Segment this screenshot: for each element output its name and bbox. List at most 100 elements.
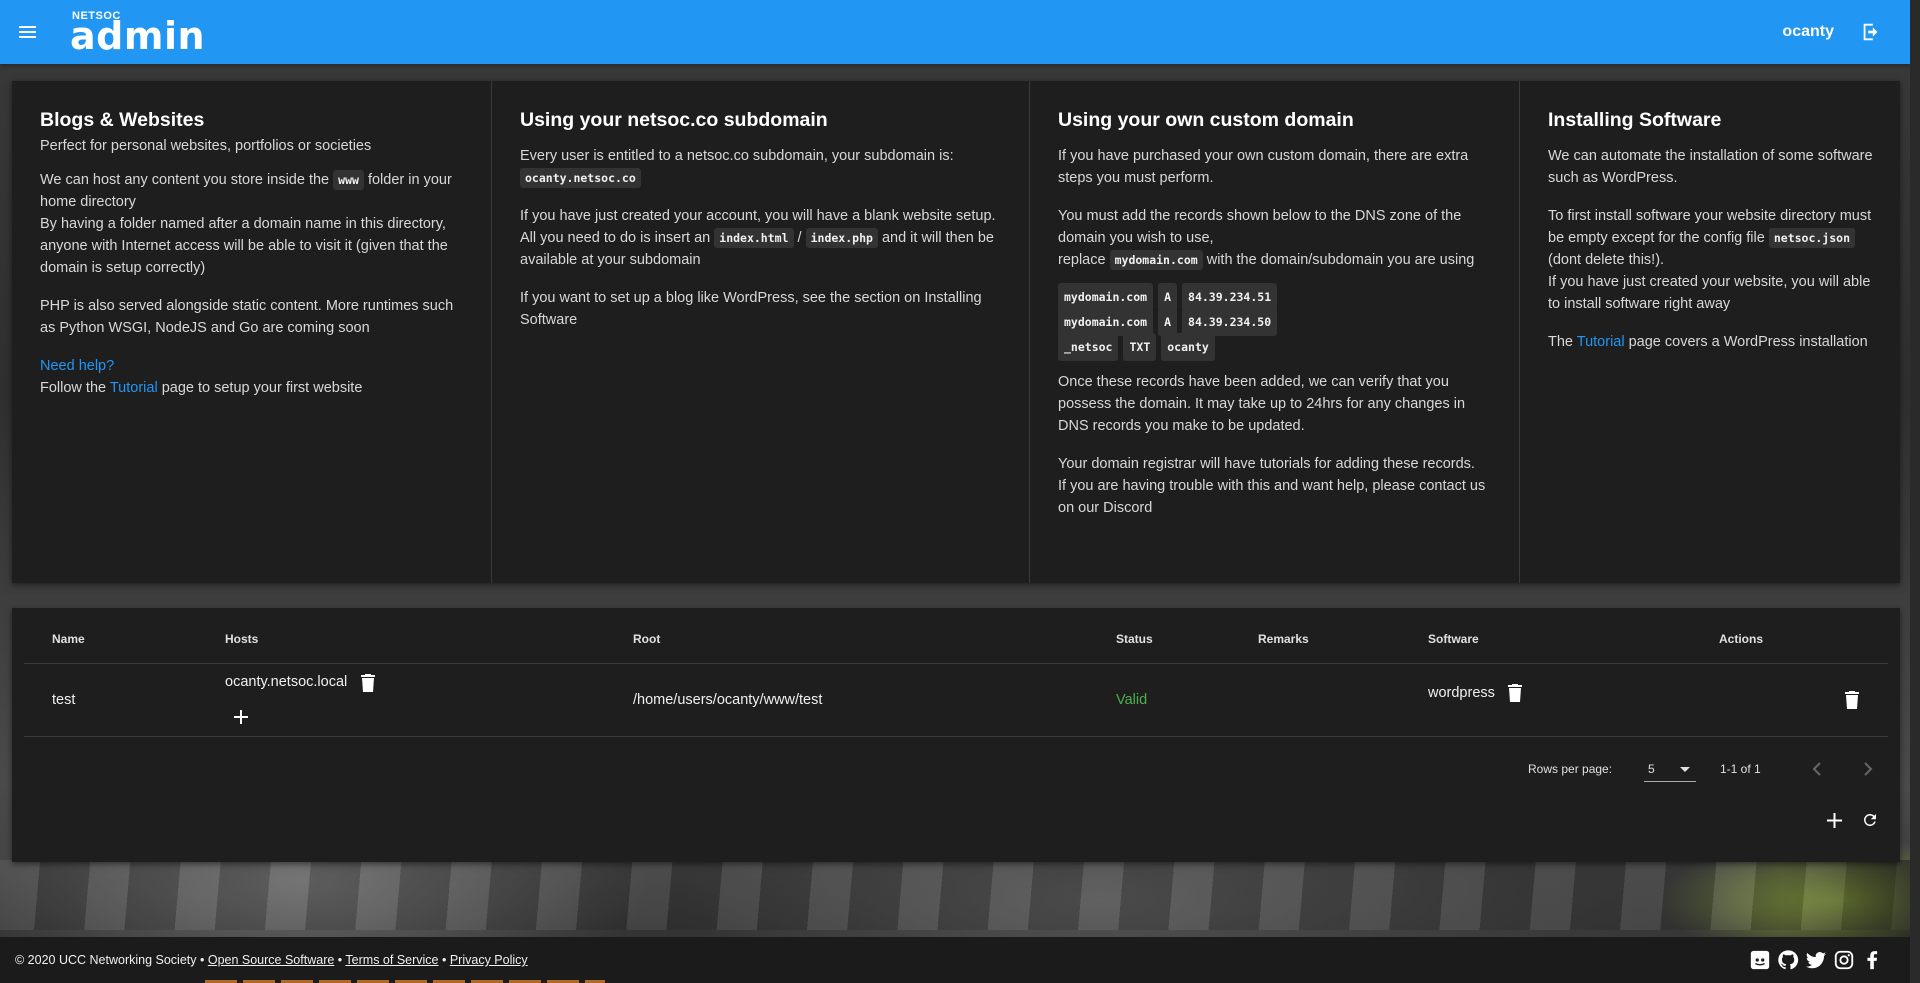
chevron-down-icon xyxy=(1680,767,1690,772)
background-detail xyxy=(0,860,1920,930)
dns-record-type: TXT xyxy=(1123,333,1157,361)
facebook-link[interactable] xyxy=(1860,948,1884,972)
refresh-icon xyxy=(1863,814,1876,826)
add-host-button[interactable] xyxy=(230,706,252,728)
next-page-button[interactable] xyxy=(1853,755,1881,783)
plus-icon xyxy=(234,710,248,724)
column-header-hosts[interactable]: Hosts xyxy=(225,632,258,646)
subdomain-paragraph-3: If you want to set up a blog like WordPr… xyxy=(520,290,982,328)
delete-host-button[interactable] xyxy=(357,672,379,694)
text: page to setup your first website xyxy=(157,380,363,396)
open-source-link[interactable]: Open Source Software xyxy=(208,953,334,967)
website-name: test xyxy=(52,692,76,708)
website-software: wordpress xyxy=(1428,685,1495,701)
dns-record-name: _netsoc xyxy=(1058,333,1119,361)
rows-per-page-label: Rows per page: xyxy=(1528,762,1613,776)
custom-domain-section: Using your own custom domain If you have… xyxy=(1029,81,1519,583)
column-header-name[interactable]: Name xyxy=(52,632,85,646)
column-header-software[interactable]: Software xyxy=(1428,632,1479,646)
logo-brand-big: admin xyxy=(70,14,206,58)
text: Every user is entitled to a netsoc.co su… xyxy=(520,148,954,164)
logout-button[interactable] xyxy=(1856,17,1886,47)
rows-per-page-select[interactable]: 5 xyxy=(1644,756,1696,782)
websites-table-card: Name Hosts Root Status Remarks Software … xyxy=(12,608,1900,862)
need-help-link[interactable]: Need help? xyxy=(40,358,114,374)
website-root: /home/users/ocanty/www/test xyxy=(633,692,823,708)
dns-record-type: A xyxy=(1158,308,1178,336)
logout-icon xyxy=(1863,23,1878,41)
info-card: Blogs & Websites Perfect for personal we… xyxy=(12,81,1900,583)
previous-page-button[interactable] xyxy=(1804,755,1832,783)
delete-website-button[interactable] xyxy=(1841,689,1863,711)
chevron-left-icon xyxy=(1812,762,1821,776)
subdomain-title: Using your netsoc.co subdomain xyxy=(520,109,828,131)
dns-record-value: 84.39.234.50 xyxy=(1182,308,1278,336)
dns-record-name: mydomain.com xyxy=(1058,283,1154,311)
blogs-paragraph-2: PHP is also served alongside static cont… xyxy=(40,298,454,336)
index-html-code: index.html xyxy=(714,228,794,248)
table-actions xyxy=(1820,806,1884,834)
custom-paragraph-2b: replace mydomain.com with the domain/sub… xyxy=(1058,249,1491,271)
discord-icon xyxy=(1750,950,1770,970)
github-icon xyxy=(1778,950,1799,970)
blogs-paragraph-1: We can host any content you store inside… xyxy=(40,169,463,213)
mydomain-code: mydomain.com xyxy=(1109,250,1203,270)
refresh-button[interactable] xyxy=(1856,806,1884,834)
terms-link[interactable]: Terms of Service xyxy=(345,953,438,967)
text: replace xyxy=(1058,252,1110,268)
column-header-remarks[interactable]: Remarks xyxy=(1258,632,1309,646)
menu-button[interactable] xyxy=(0,0,56,64)
custom-paragraph-2: You must add the records shown below to … xyxy=(1058,208,1462,246)
delete-software-button[interactable] xyxy=(1504,682,1526,704)
custom-paragraph-4b: If you are having trouble with this and … xyxy=(1058,478,1486,516)
facebook-icon xyxy=(1867,951,1878,970)
blogs-section: Blogs & Websites Perfect for personal we… xyxy=(12,81,491,583)
discord-link[interactable] xyxy=(1748,948,1772,972)
netsoc-admin-logo[interactable]: NETSOC admin xyxy=(70,0,206,64)
add-website-button[interactable] xyxy=(1820,806,1848,834)
custom-paragraph-3: Once these records have been added, we c… xyxy=(1058,374,1466,434)
software-paragraph-1: We can automate the installation of some… xyxy=(1548,148,1873,186)
background-detail xyxy=(1780,860,1920,940)
text: (dont delete this!). xyxy=(1548,252,1665,268)
page-footer: © 2020 UCC Networking Society • Open Sou… xyxy=(0,937,1910,983)
blogs-title: Blogs & Websites xyxy=(40,109,205,131)
tutorial-link[interactable]: Tutorial xyxy=(110,380,158,396)
privacy-link[interactable]: Privacy Policy xyxy=(450,953,528,967)
software-paragraph-2: To first install software your website d… xyxy=(1548,205,1884,271)
plus-icon xyxy=(1826,812,1842,828)
dns-record-value: 84.39.234.51 xyxy=(1182,283,1278,311)
instagram-link[interactable] xyxy=(1832,948,1856,972)
tutorial-link[interactable]: Tutorial xyxy=(1577,334,1625,350)
chevron-right-icon xyxy=(1864,762,1873,776)
column-header-root[interactable]: Root xyxy=(633,632,660,646)
custom-paragraph-1: If you have purchased your own custom do… xyxy=(1058,148,1469,186)
custom-domain-title: Using your own custom domain xyxy=(1058,109,1354,131)
software-section: Installing Software We can automate the … xyxy=(1519,81,1900,583)
dns-records: mydomain.com A 84.39.234.51 mydomain.com… xyxy=(1058,283,1491,361)
page-scrollbar[interactable] xyxy=(1910,0,1920,983)
copyright-label: © 2020 UCC Networking Society • xyxy=(15,953,208,967)
github-link[interactable] xyxy=(1776,948,1800,972)
subdomain-paragraph-2: If you have just created your account, y… xyxy=(520,205,1001,271)
text: The xyxy=(1548,334,1577,350)
text: page covers a WordPress installation xyxy=(1624,334,1868,350)
dns-record-type: A xyxy=(1158,283,1178,311)
custom-paragraph-4: Your domain registrar will have tutorial… xyxy=(1058,456,1475,472)
dns-record: mydomain.com A 84.39.234.50 xyxy=(1058,308,1491,336)
subdomain-section: Using your netsoc.co subdomain Every use… xyxy=(491,81,1029,583)
username: ocanty xyxy=(1782,23,1834,40)
software-title: Installing Software xyxy=(1548,109,1722,131)
trash-icon xyxy=(1508,684,1522,702)
table-pagination: Rows per page: 5 1-1 of 1 xyxy=(12,754,1900,784)
twitter-link[interactable] xyxy=(1804,948,1828,972)
column-header-actions[interactable]: Actions xyxy=(1719,632,1763,646)
pagination-range: 1-1 of 1 xyxy=(1720,762,1761,776)
dns-record-name: mydomain.com xyxy=(1058,308,1154,336)
separator: • xyxy=(438,953,450,967)
software-paragraph-3: The Tutorial page covers a WordPress ins… xyxy=(1548,331,1884,353)
text: We can host any content you store inside… xyxy=(40,172,334,188)
column-header-status[interactable]: Status xyxy=(1116,632,1153,646)
index-php-code: index.php xyxy=(805,228,878,248)
copyright-text: © 2020 UCC Networking Society • Open Sou… xyxy=(15,953,528,967)
